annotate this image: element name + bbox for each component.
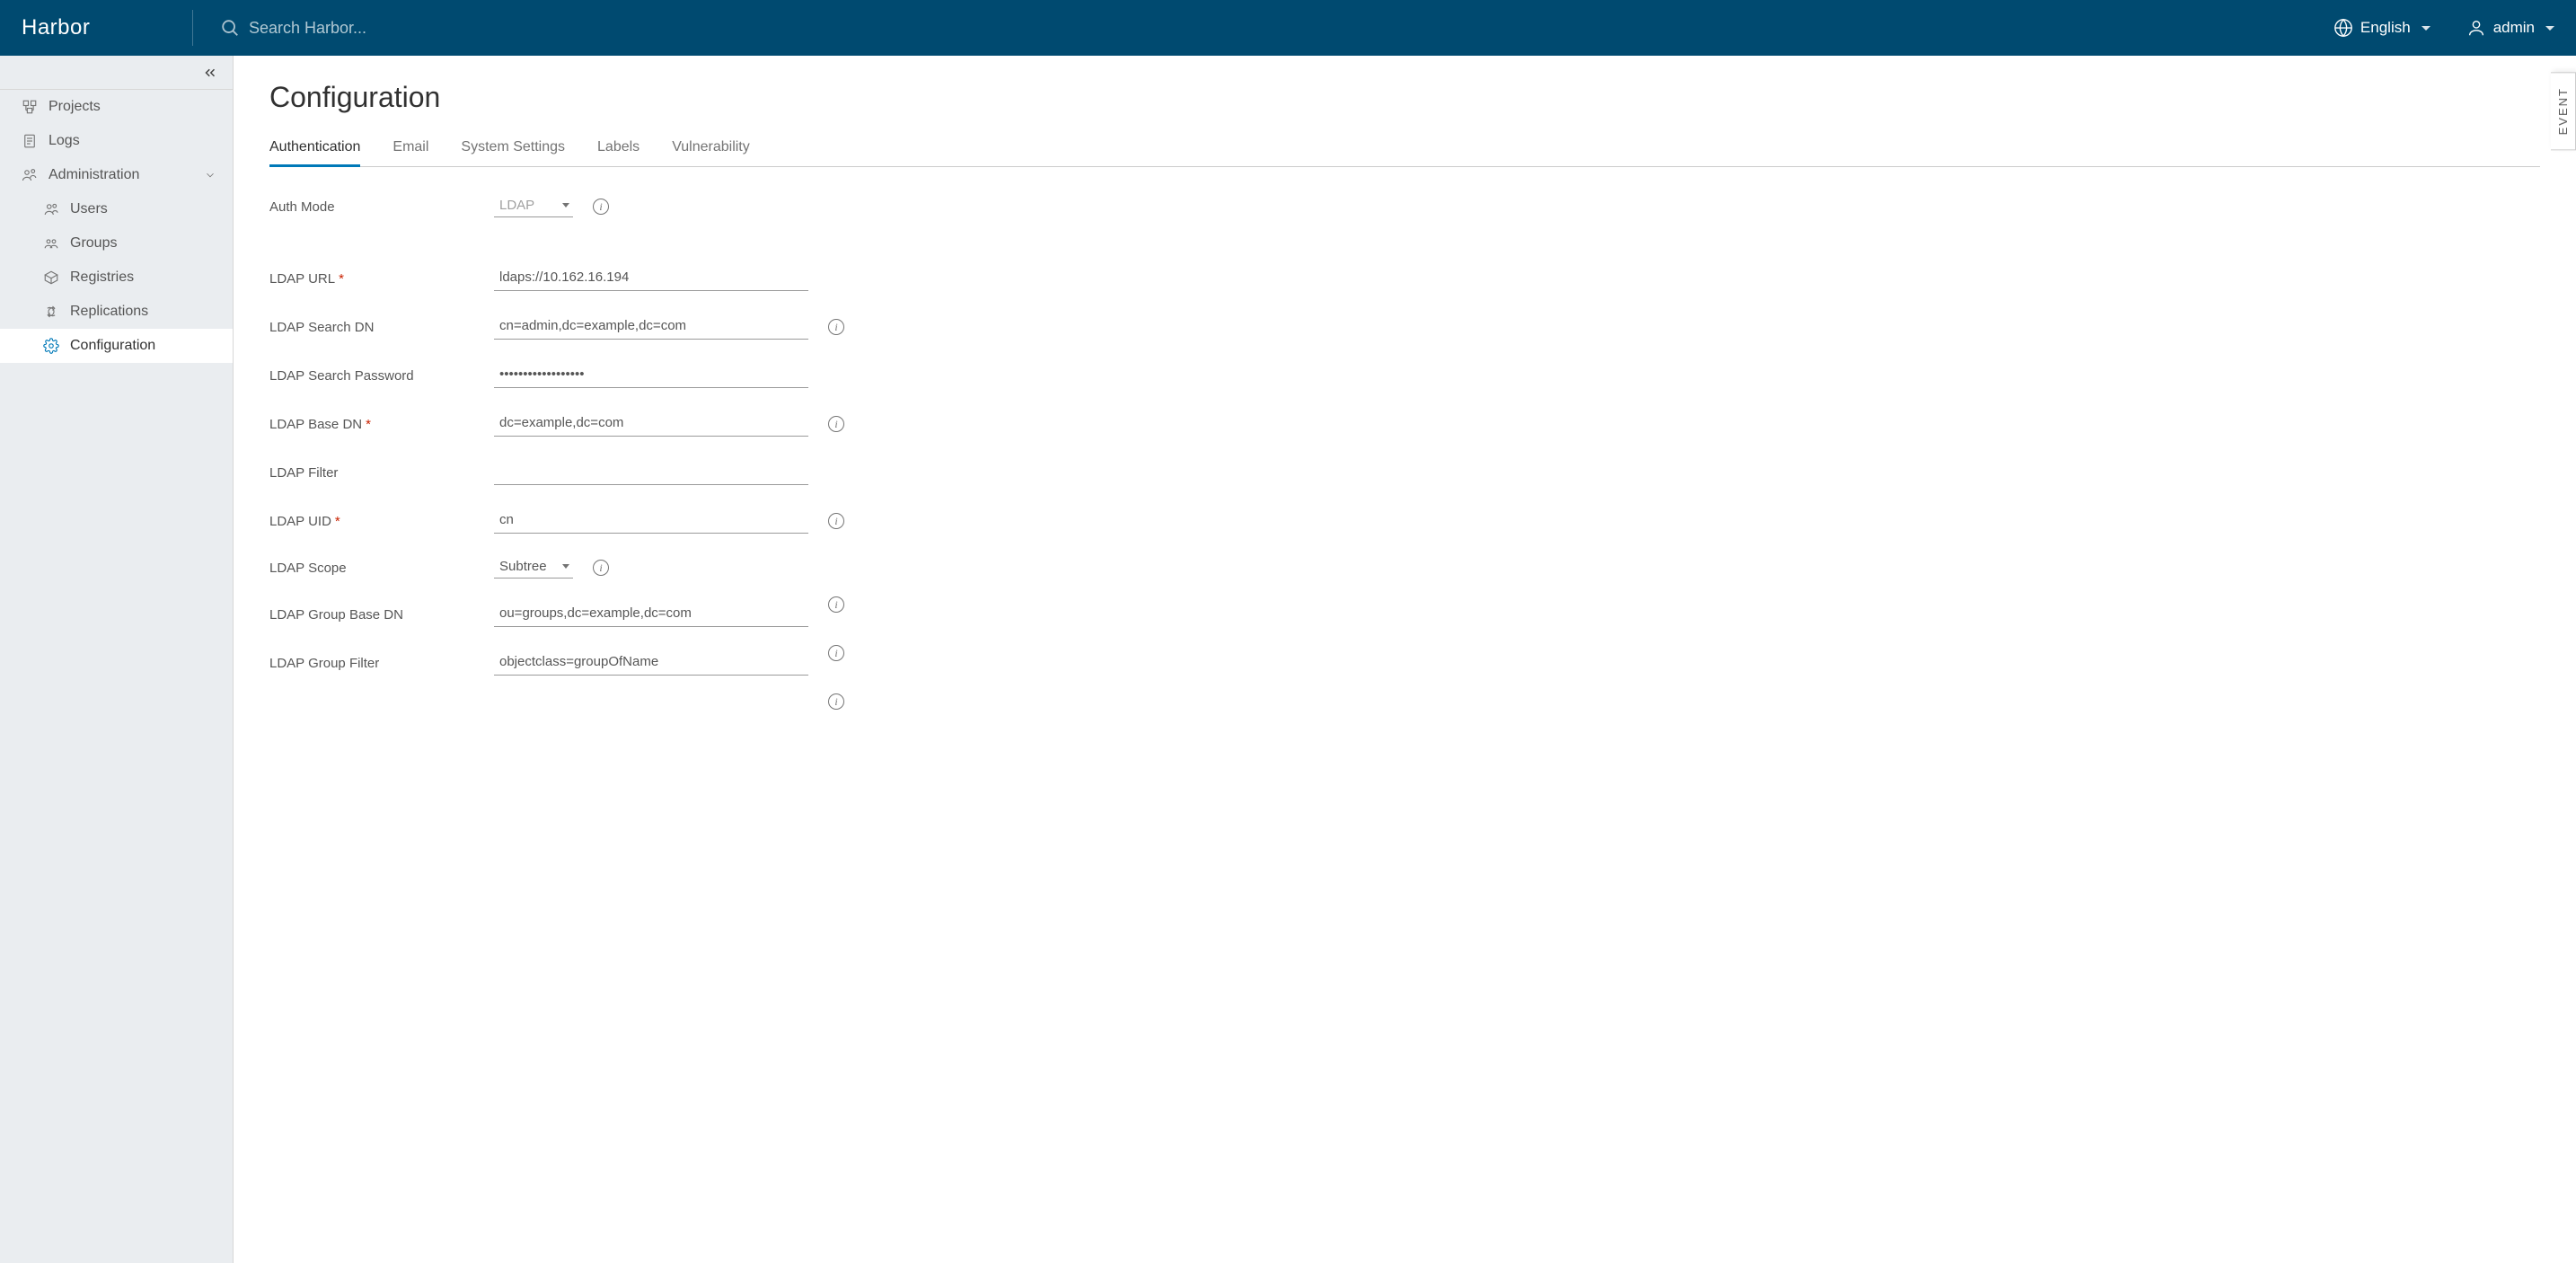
search-container: [220, 18, 2333, 38]
header-divider: [192, 10, 193, 46]
groups-icon: [43, 235, 59, 252]
ldap-search-password-input[interactable]: [494, 363, 808, 388]
sidebar-item-label: Logs: [49, 133, 80, 149]
sidebar-item-label: Users: [70, 201, 108, 217]
sidebar-collapse[interactable]: [0, 56, 233, 90]
search-input[interactable]: [249, 19, 608, 38]
user-label: admin: [2493, 19, 2535, 37]
page-title: Configuration: [269, 81, 2540, 114]
ldap-search-dn-input[interactable]: [494, 314, 808, 340]
sidebar-item-administration[interactable]: Administration: [0, 158, 233, 192]
info-icon[interactable]: i: [828, 645, 844, 661]
ldap-group-base-dn-input[interactable]: [494, 602, 808, 627]
chevrons-left-icon: [202, 65, 218, 81]
chevron-down-icon: [2545, 26, 2554, 31]
ldap-scope-value: Subtree: [499, 559, 550, 574]
info-icon[interactable]: i: [828, 693, 844, 710]
info-icon[interactable]: i: [593, 199, 609, 215]
chevron-down-icon: [562, 203, 569, 208]
logs-icon: [22, 133, 38, 149]
ldap-uid-input[interactable]: [494, 508, 808, 534]
main-content: Configuration Authentication Email Syste…: [234, 56, 2576, 1263]
event-side-tab[interactable]: EVENT: [2551, 72, 2576, 150]
chevron-down-icon: [562, 564, 569, 569]
sidebar-item-label: Replications: [70, 304, 148, 320]
ldap-group-base-dn-label: LDAP Group Base DN: [269, 607, 494, 623]
tab-authentication[interactable]: Authentication: [269, 132, 360, 167]
ldap-filter-input[interactable]: [494, 460, 808, 485]
ldap-filter-label: LDAP Filter: [269, 465, 494, 481]
sidebar: Projects Logs Administration Users Group…: [0, 56, 234, 1263]
chevron-down-icon: [2422, 26, 2430, 31]
projects-icon: [22, 99, 38, 115]
info-icon[interactable]: i: [828, 513, 844, 529]
ldap-base-dn-input[interactable]: [494, 411, 808, 437]
info-icon[interactable]: i: [593, 560, 609, 576]
ldap-scope-label: LDAP Scope: [269, 561, 494, 576]
language-selector[interactable]: English: [2333, 18, 2430, 38]
auth-mode-label: Auth Mode: [269, 199, 494, 215]
globe-icon: [2333, 18, 2353, 38]
sidebar-item-configuration[interactable]: Configuration: [0, 329, 233, 363]
sidebar-item-label: Groups: [70, 235, 117, 252]
ldap-scope-select[interactable]: Subtree: [494, 557, 573, 579]
sidebar-item-label: Registries: [70, 269, 134, 286]
info-icon[interactable]: i: [828, 416, 844, 432]
gear-icon: [43, 338, 59, 354]
users-icon: [43, 201, 59, 217]
ldap-base-dn-label: LDAP Base DN*: [269, 417, 494, 432]
ldap-url-input[interactable]: [494, 266, 808, 291]
info-icon[interactable]: i: [828, 319, 844, 335]
user-menu[interactable]: admin: [2466, 18, 2554, 38]
ldap-search-dn-label: LDAP Search DN: [269, 320, 494, 335]
replications-icon: [43, 304, 59, 320]
ldap-group-filter-input[interactable]: [494, 650, 808, 676]
tab-vulnerability[interactable]: Vulnerability: [672, 132, 750, 167]
sidebar-item-registries[interactable]: Registries: [0, 261, 233, 295]
sidebar-item-logs[interactable]: Logs: [0, 124, 233, 158]
auth-mode-value: LDAP: [499, 198, 550, 213]
sidebar-item-label: Projects: [49, 99, 101, 115]
ldap-url-label: LDAP URL*: [269, 271, 494, 287]
sidebar-item-label: Administration: [49, 167, 139, 183]
info-icon[interactable]: i: [828, 596, 844, 613]
top-header: Harbor English admin: [0, 0, 2576, 56]
chevron-down-icon: [204, 169, 216, 181]
sidebar-item-replications[interactable]: Replications: [0, 295, 233, 329]
tab-labels[interactable]: Labels: [597, 132, 640, 167]
brand-logo[interactable]: Harbor: [22, 15, 192, 40]
registries-icon: [43, 269, 59, 286]
admin-icon: [22, 167, 38, 183]
tab-email[interactable]: Email: [393, 132, 428, 167]
sidebar-item-users[interactable]: Users: [0, 192, 233, 226]
tab-bar: Authentication Email System Settings Lab…: [269, 132, 2540, 167]
ldap-uid-label: LDAP UID*: [269, 514, 494, 529]
ldap-search-password-label: LDAP Search Password: [269, 368, 494, 384]
tab-system-settings[interactable]: System Settings: [461, 132, 565, 167]
user-icon: [2466, 18, 2486, 38]
sidebar-item-groups[interactable]: Groups: [0, 226, 233, 261]
header-right: English admin: [2333, 18, 2554, 38]
sidebar-item-label: Configuration: [70, 338, 155, 354]
ldap-group-filter-label: LDAP Group Filter: [269, 656, 494, 671]
search-icon: [220, 18, 240, 38]
sidebar-item-projects[interactable]: Projects: [0, 90, 233, 124]
language-label: English: [2360, 19, 2411, 37]
auth-mode-select[interactable]: LDAP: [494, 196, 573, 217]
